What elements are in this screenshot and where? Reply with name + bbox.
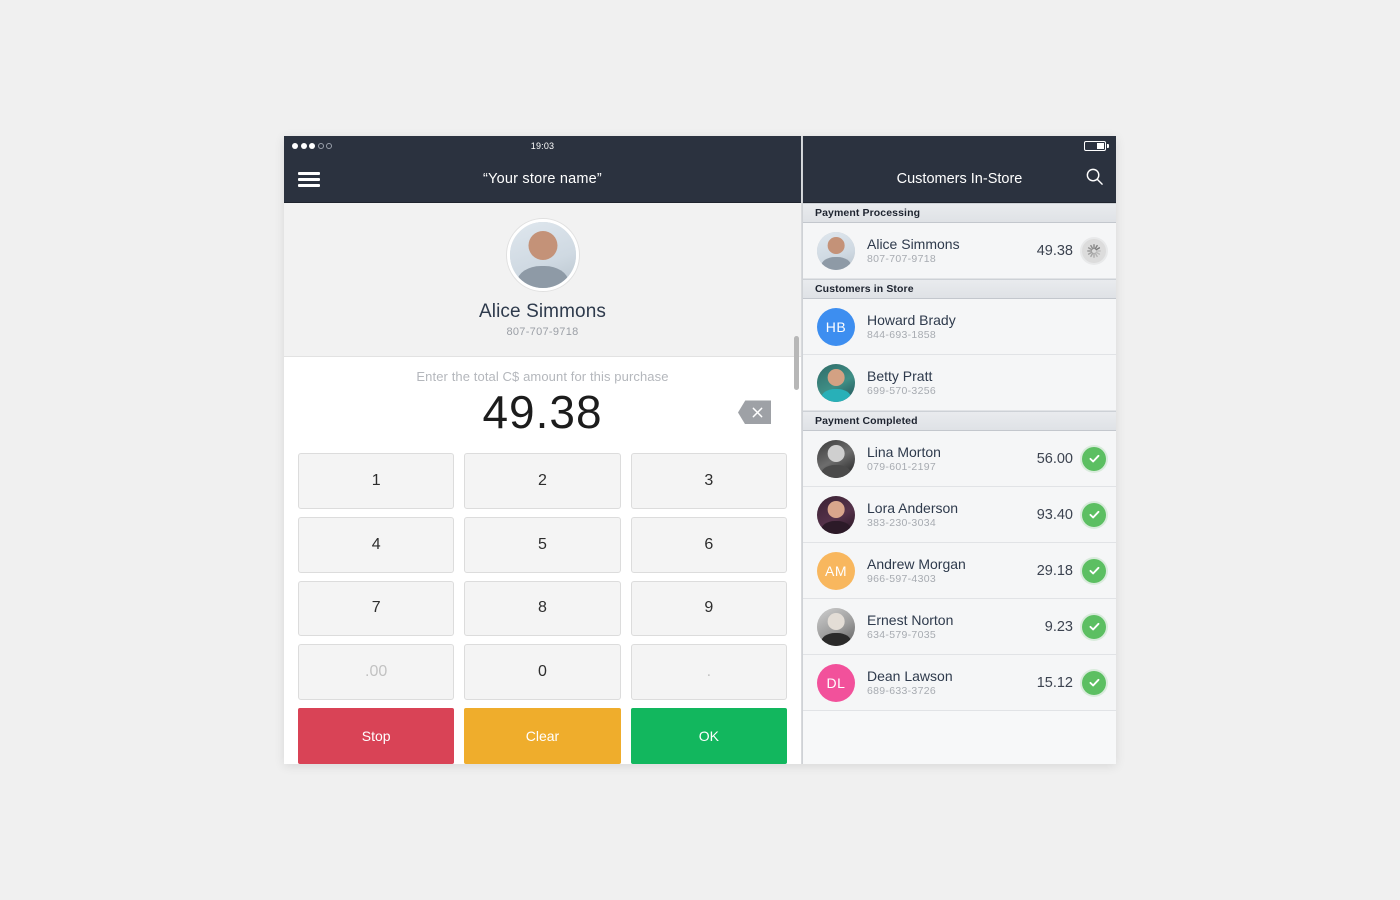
battery-icon xyxy=(1084,141,1106,151)
customer-list-row[interactable]: Lora Anderson 383-230-3034 93.40 xyxy=(803,487,1116,543)
customer-row-text: Lina Morton 079-601-2197 xyxy=(867,444,1037,474)
customer-phone: 699-570-3256 xyxy=(867,385,936,398)
left-status-bar: 19:03 xyxy=(284,136,801,156)
keypad-key-9[interactable]: 9 xyxy=(630,580,787,637)
amount-entry-block: Enter the total C$ amount for this purch… xyxy=(284,357,801,445)
customer-name: Howard Brady xyxy=(867,311,956,328)
customer-row-text: Ernest Norton 634-579-7035 xyxy=(867,612,1045,642)
payment-completed-check-icon xyxy=(1082,502,1106,527)
payment-completed-check-icon xyxy=(1082,670,1106,695)
list-section-header: Customers in Store xyxy=(803,279,1116,299)
amount-value-display: 49.38 xyxy=(482,386,603,438)
customer-name: Andrew Morgan xyxy=(867,555,966,572)
store-name-title: “Your store name” xyxy=(483,171,602,187)
customer-phone: 634-579-7035 xyxy=(867,629,936,642)
keypad-key-3[interactable]: 3 xyxy=(630,452,787,509)
left-pane-scrollbar[interactable] xyxy=(794,336,799,390)
customer-list-row[interactable]: Alice Simmons 807-707-9718 49.38 xyxy=(803,223,1116,279)
customer-avatar xyxy=(817,363,855,402)
customer-row-text: Lora Anderson 383-230-3034 xyxy=(867,500,1037,530)
amount-entry-hint: Enter the total C$ amount for this purch… xyxy=(416,369,669,384)
customer-name: Alice Simmons xyxy=(867,235,960,252)
right-status-bar xyxy=(803,136,1116,156)
numeric-keypad: 1 2 3 4 5 6 7 8 9 .00 0. Stop Clear OK xyxy=(284,445,801,764)
payment-completed-check-icon xyxy=(1082,614,1106,639)
keypad-key-Stop[interactable]: Stop xyxy=(298,708,455,764)
customer-name: Dean Lawson xyxy=(867,667,953,684)
customer-list-row[interactable]: Ernest Norton 634-579-7035 9.23 xyxy=(803,599,1116,655)
backspace-delete-icon[interactable] xyxy=(738,400,771,425)
customer-list-row[interactable]: Lina Morton 079-601-2197 56.00 xyxy=(803,431,1116,487)
customer-list-row[interactable]: AM Andrew Morgan 966-597-4303 29.18 xyxy=(803,543,1116,599)
customer-phone: 079-601-2197 xyxy=(867,461,936,474)
pos-terminal-pane: 19:03 “Your store name” Alice Simmons 80… xyxy=(284,136,802,764)
screenshot-canvas: 19:03 “Your store name” Alice Simmons 80… xyxy=(0,0,1400,900)
customer-name: Lora Anderson xyxy=(867,499,959,516)
keypad-key-4[interactable]: 4 xyxy=(298,516,455,573)
keypad-key-OK[interactable]: OK xyxy=(630,708,787,764)
search-icon[interactable] xyxy=(1085,167,1104,191)
customer-row-text: Alice Simmons 807-707-9718 xyxy=(867,236,1037,266)
active-customer-avatar xyxy=(506,219,579,291)
payment-completed-check-icon xyxy=(1082,446,1106,471)
customer-name: Ernest Norton xyxy=(867,611,954,628)
keypad-key-6[interactable]: 6 xyxy=(630,516,787,573)
list-section-header: Payment Completed xyxy=(803,411,1116,431)
customer-phone: 844-693-1858 xyxy=(867,329,936,342)
status-bar-clock: 19:03 xyxy=(530,141,555,151)
hamburger-menu-icon[interactable] xyxy=(298,169,320,190)
keypad-key-[interactable]: . xyxy=(630,644,787,701)
customer-row-text: Dean Lawson 689-633-3726 xyxy=(867,668,1037,698)
customer-amount: 56.00 xyxy=(1036,450,1073,467)
customer-list: Payment Processing Alice Simmons 807-707-9… xyxy=(803,203,1116,764)
left-nav-bar: “Your store name” xyxy=(284,156,801,203)
customers-in-store-pane: Customers In-Store Payment Processing Ali… xyxy=(802,136,1116,764)
active-customer-block: Alice Simmons 807-707-9718 xyxy=(284,203,801,357)
customer-row-text: Howard Brady 844-693-1858 xyxy=(867,312,1106,342)
keypad-key-5[interactable]: 5 xyxy=(464,516,621,573)
customer-name: Lina Morton xyxy=(867,443,941,460)
customer-name: Betty Pratt xyxy=(867,367,933,384)
customer-amount: 93.40 xyxy=(1036,506,1073,523)
amount-row: 49.38 xyxy=(284,386,801,439)
customer-avatar xyxy=(817,607,855,646)
list-section-header: Payment Processing xyxy=(803,203,1116,223)
payment-completed-check-icon xyxy=(1082,558,1106,583)
customer-avatar xyxy=(817,439,855,478)
keypad-key-1[interactable]: 1 xyxy=(298,452,455,509)
keypad-key-8[interactable]: 8 xyxy=(464,580,621,637)
customer-avatar: HB xyxy=(817,307,855,346)
customer-avatar: AM xyxy=(817,551,855,590)
active-customer-name: Alice Simmons xyxy=(479,301,606,322)
customer-list-row[interactable]: HB Howard Brady 844-693-1858 xyxy=(803,299,1116,355)
active-customer-phone: 807-707-9718 xyxy=(506,326,579,338)
customer-avatar xyxy=(817,495,855,534)
payment-processing-spinner-icon xyxy=(1082,238,1106,263)
keypad-key-2[interactable]: 2 xyxy=(464,452,621,509)
customer-amount: 9.23 xyxy=(1044,618,1073,635)
customer-amount: 15.12 xyxy=(1036,674,1073,691)
customer-row-text: Betty Pratt 699-570-3256 xyxy=(867,368,1106,398)
tablet-device-frame: 19:03 “Your store name” Alice Simmons 80… xyxy=(284,136,1116,764)
customer-avatar: DL xyxy=(817,663,855,702)
customer-list-row[interactable]: Betty Pratt 699-570-3256 xyxy=(803,355,1116,411)
customers-panel-title: Customers In-Store xyxy=(896,171,1023,187)
customer-phone: 383-230-3034 xyxy=(867,517,936,530)
customer-row-text: Andrew Morgan 966-597-4303 xyxy=(867,556,1037,586)
customer-avatar xyxy=(817,231,855,270)
customer-amount: 29.18 xyxy=(1036,562,1073,579)
keypad-key-Clear[interactable]: Clear xyxy=(464,708,621,764)
keypad-key-7[interactable]: 7 xyxy=(298,580,455,637)
keypad-key-00[interactable]: .00 xyxy=(298,644,455,701)
customer-phone: 966-597-4303 xyxy=(867,573,936,586)
customer-list-row[interactable]: DL Dean Lawson 689-633-3726 15.12 xyxy=(803,655,1116,711)
customer-amount: 49.38 xyxy=(1036,242,1073,259)
customer-phone: 689-633-3726 xyxy=(867,685,936,698)
keypad-key-0[interactable]: 0 xyxy=(464,644,621,701)
customer-phone: 807-707-9718 xyxy=(867,253,936,266)
right-nav-bar: Customers In-Store xyxy=(803,156,1116,203)
